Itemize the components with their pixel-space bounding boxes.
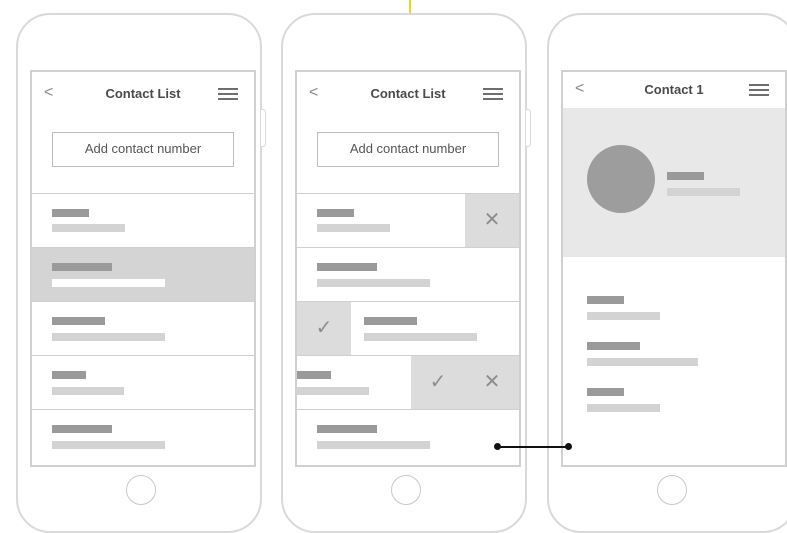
side-button (261, 109, 266, 147)
placeholder-name (52, 425, 112, 433)
list-item[interactable] (32, 301, 254, 355)
hamburger-menu-icon[interactable] (483, 88, 503, 100)
list-item-swiped-actions[interactable]: ✓ ✕ (297, 355, 519, 409)
hamburger-menu-icon[interactable] (218, 88, 238, 100)
close-icon: ✕ (483, 209, 501, 231)
list-item[interactable] (297, 409, 519, 463)
detail-value (587, 404, 660, 412)
screen-contact-list: < Contact List Add contact number (30, 70, 256, 467)
profile-header (563, 108, 785, 257)
placeholder-name (52, 263, 112, 271)
placeholder-detail (317, 441, 430, 449)
flow-connector-line (498, 446, 568, 448)
nav-bar: < Contact 1 (563, 72, 785, 108)
home-button[interactable] (391, 475, 421, 505)
placeholder-name (52, 317, 105, 325)
detail-value (587, 358, 698, 366)
list-item[interactable] (297, 247, 519, 301)
placeholder-detail (52, 387, 124, 395)
placeholder-name (317, 209, 354, 217)
detail-value (587, 312, 660, 320)
placeholder-detail (297, 387, 369, 395)
home-button[interactable] (657, 475, 687, 505)
placeholder-detail (317, 279, 430, 287)
nav-bar: < Contact List (297, 72, 519, 116)
phone-mockup-1: < Contact List Add contact number (16, 13, 266, 533)
screen-contact-list-swipe: < Contact List Add contact number ✕ ✓ ✓ … (295, 70, 521, 467)
placeholder-detail (52, 441, 165, 449)
placeholder-name (667, 172, 704, 180)
placeholder-detail (52, 279, 165, 287)
placeholder-detail (317, 224, 390, 232)
delete-button[interactable]: ✕ (465, 356, 519, 409)
detail-label (587, 296, 624, 304)
placeholder-detail (52, 224, 125, 232)
list-item-swiped-delete[interactable]: ✕ (297, 193, 519, 247)
avatar (587, 145, 655, 213)
screen-contact-detail: < Contact 1 (561, 70, 787, 467)
list-item[interactable] (32, 193, 254, 247)
placeholder-name (317, 263, 377, 271)
check-icon: ✓ (429, 371, 447, 393)
home-button[interactable] (126, 475, 156, 505)
flow-connector-dot (565, 443, 572, 450)
placeholder-name (52, 371, 86, 379)
phone-mockup-3: < Contact 1 (547, 13, 787, 533)
placeholder-name (317, 425, 377, 433)
placeholder-detail (52, 333, 165, 341)
check-icon: ✓ (315, 317, 333, 339)
placeholder-detail (364, 333, 477, 341)
swipe-actions: ✓ ✕ (411, 356, 519, 409)
list-item-swiped-confirm[interactable]: ✓ (297, 301, 519, 355)
hamburger-menu-icon[interactable] (749, 84, 769, 96)
delete-button[interactable]: ✕ (465, 194, 519, 247)
placeholder-detail (667, 188, 740, 196)
add-contact-input[interactable]: Add contact number (52, 132, 234, 167)
add-contact-input[interactable]: Add contact number (317, 132, 499, 167)
placeholder-name (364, 317, 417, 325)
detail-label (587, 342, 640, 350)
placeholder-name (297, 371, 331, 379)
nav-bar: < Contact List (32, 72, 254, 116)
list-item[interactable] (32, 409, 254, 463)
list-item-selected[interactable] (32, 247, 254, 301)
confirm-button[interactable]: ✓ (297, 302, 351, 355)
phone-mockup-2: < Contact List Add contact number ✕ ✓ ✓ … (281, 13, 531, 533)
list-item[interactable] (32, 355, 254, 409)
placeholder-name (52, 209, 89, 217)
close-icon: ✕ (483, 371, 501, 393)
confirm-button[interactable]: ✓ (411, 356, 465, 409)
detail-label (587, 388, 624, 396)
side-button (526, 109, 531, 147)
